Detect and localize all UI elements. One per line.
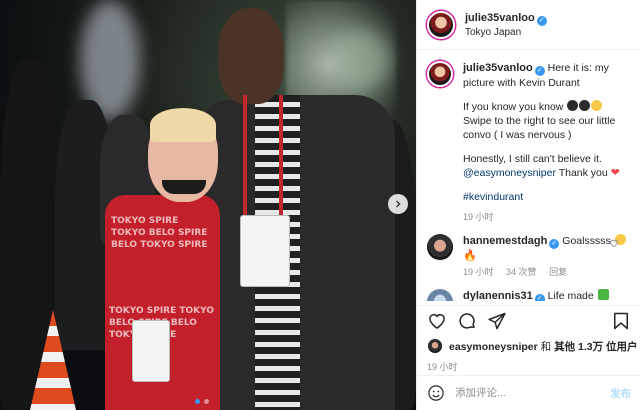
- carousel-dots: [195, 399, 209, 404]
- author-avatar[interactable]: [427, 10, 455, 39]
- chevron-right-icon: [396, 200, 401, 208]
- caption-author-avatar[interactable]: [427, 61, 453, 87]
- verified-badge-icon: ✓: [534, 66, 545, 76]
- fire-emoji-icon: 🔥: [463, 250, 477, 262]
- post-location[interactable]: Tokyo Japan: [465, 26, 547, 40]
- comment-item: hannemestdagh ✓ Goalsssss 🔥 19 小时 34 次赞 回…: [427, 234, 631, 279]
- verified-badge-icon: ✓: [549, 239, 560, 249]
- like-heart-icon[interactable]: [427, 311, 447, 331]
- dress-print: TOKYO SPIRE TOKYO BELO SPIRE BELO TOKYO …: [111, 216, 208, 250]
- post-header: julie35vanloo ✓ Tokyo Japan: [417, 0, 640, 50]
- face-mask: [162, 180, 206, 194]
- caption-line: If you know you know: [463, 101, 564, 113]
- liker-avatar: [427, 338, 443, 354]
- likes-conjunction: 和: [537, 340, 555, 353]
- red-heart-emoji-icon: ❤: [610, 167, 620, 179]
- post-photo[interactable]: TOKYO SPIRE TOKYO BELO SPIRE BELO TOKYO …: [0, 0, 416, 410]
- comment-text: Life made: [547, 290, 594, 301]
- post-side-panel: julie35vanloo ✓ Tokyo Japan julie35vanloo…: [416, 0, 640, 410]
- man-jacket-right: [300, 95, 395, 410]
- comment-like-icon[interactable]: [609, 238, 619, 248]
- comments-list[interactable]: julie35vanloo ✓ Here it is: my picture wi…: [417, 51, 640, 301]
- commenter-username[interactable]: hannemestdagh: [463, 235, 547, 247]
- likes-summary[interactable]: easymoneysniper 和 其他 1.3万 位用户 赞了: [427, 338, 638, 354]
- light-glow: [330, 30, 390, 90]
- comment-bubble-icon[interactable]: [457, 311, 477, 331]
- post-comment-button[interactable]: 发布: [610, 386, 631, 401]
- share-paper-plane-icon[interactable]: [487, 311, 507, 331]
- next-photo-button[interactable]: [388, 194, 408, 214]
- accreditation-badge: [240, 215, 290, 287]
- commenter-avatar[interactable]: [427, 289, 453, 301]
- caption: julie35vanloo ✓ Here it is: my picture wi…: [427, 61, 631, 224]
- check-mark-emoji-icon: [597, 289, 609, 300]
- woman-hair: [150, 108, 216, 142]
- mention-link[interactable]: @easymoneysniper: [463, 167, 556, 179]
- carousel-dot: [204, 399, 209, 404]
- add-comment-bar: 发布: [417, 375, 640, 410]
- caption-thanks: Thank you: [558, 167, 608, 179]
- grinning-sweat-emoji-icon: [591, 100, 603, 111]
- reply-button[interactable]: 回复: [549, 267, 567, 277]
- caption-line: Swipe to the right to see our little con…: [463, 115, 616, 141]
- save-bookmark-icon[interactable]: [611, 311, 631, 331]
- caption-line: Honestly, I still can't believe it.: [463, 153, 602, 165]
- eyes-emoji-icon: [579, 100, 591, 111]
- caption-author-username[interactable]: julie35vanloo: [463, 62, 533, 74]
- post-timestamp[interactable]: 19 小时: [427, 360, 458, 373]
- eyes-emoji-icon: [567, 100, 579, 111]
- caption-time[interactable]: 19 小时: [463, 212, 494, 222]
- hashtag-link[interactable]: #kevindurant: [463, 191, 523, 203]
- comment-text: Goalsssss: [562, 235, 611, 247]
- comment-likes[interactable]: 34 次赞: [506, 267, 537, 277]
- emoji-smiley-icon[interactable]: [427, 384, 445, 402]
- carousel-dot: [195, 399, 200, 404]
- comment-input[interactable]: [455, 387, 610, 399]
- comment-item: dylanennis31 ✓ Life made: [427, 289, 631, 301]
- author-username[interactable]: julie35vanloo: [465, 12, 535, 24]
- woman-badge: [132, 320, 170, 382]
- commenter-username[interactable]: dylanennis31: [463, 290, 533, 301]
- comment-time[interactable]: 19 小时: [463, 267, 494, 277]
- action-bar: [417, 305, 640, 335]
- man-head: [218, 8, 284, 104]
- liker-username[interactable]: easymoneysniper: [449, 341, 538, 353]
- likes-others[interactable]: 其他 1.3万 位用户: [554, 341, 637, 353]
- verified-badge-icon: ✓: [536, 15, 547, 26]
- verified-badge-icon: ✓: [534, 294, 545, 301]
- commenter-avatar[interactable]: [427, 234, 453, 260]
